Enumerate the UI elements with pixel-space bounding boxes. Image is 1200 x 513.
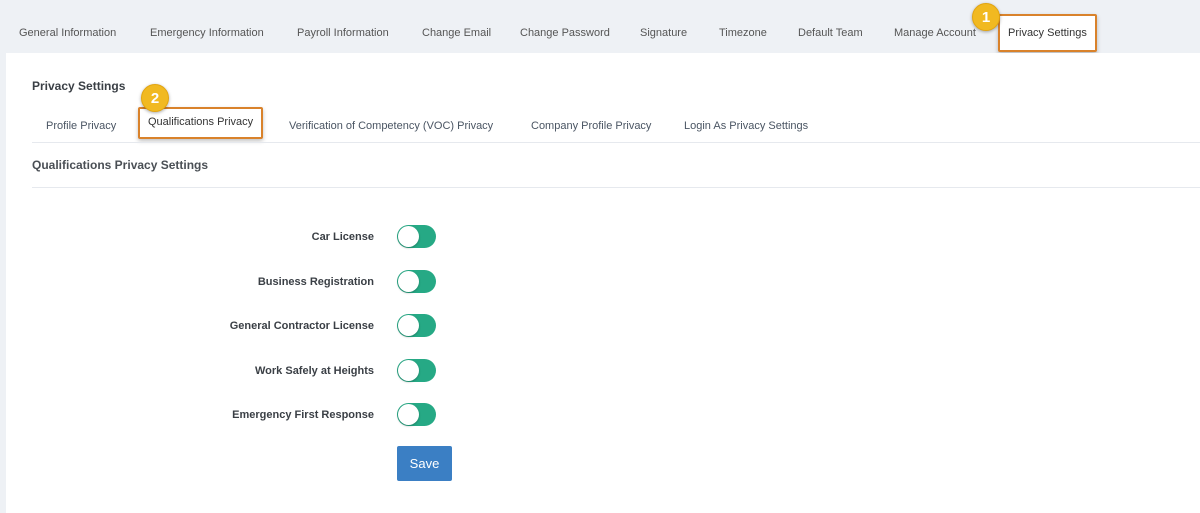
settings-title: Qualifications Privacy Settings bbox=[32, 158, 209, 172]
subtab-voc-privacy[interactable]: Verification of Competency (VOC) Privacy bbox=[289, 111, 493, 141]
toggle-general-contractor-license[interactable] bbox=[397, 314, 436, 337]
tab-change-email[interactable]: Change Email bbox=[422, 14, 491, 52]
toggle-knob bbox=[398, 404, 419, 425]
subtab-profile-privacy[interactable]: Profile Privacy bbox=[46, 111, 116, 141]
section-title: Privacy Settings bbox=[32, 79, 126, 93]
divider bbox=[32, 187, 1200, 188]
privacy-settings-panel: Privacy Settings Profile Privacy Qualifi… bbox=[6, 53, 1200, 513]
step-badge-2: 2 bbox=[141, 84, 169, 112]
toggle-emergency-first-response[interactable] bbox=[397, 403, 436, 426]
row-label-work-safely-at-heights: Work Safely at Heights bbox=[255, 365, 374, 377]
toggle-car-license[interactable] bbox=[397, 225, 436, 248]
save-button[interactable]: Save bbox=[397, 446, 452, 481]
tab-general-information[interactable]: General Information bbox=[19, 14, 116, 52]
toggle-knob bbox=[398, 360, 419, 381]
row-label-emergency-first-response: Emergency First Response bbox=[232, 409, 374, 421]
row-label-car-license: Car License bbox=[311, 231, 374, 243]
toggle-knob bbox=[398, 226, 419, 247]
tab-privacy-settings[interactable]: Privacy Settings bbox=[998, 14, 1097, 52]
top-tab-bar: General Information Emergency Informatio… bbox=[0, 0, 1200, 53]
subtab-company-profile-privacy[interactable]: Company Profile Privacy bbox=[531, 111, 651, 141]
tab-payroll-information[interactable]: Payroll Information bbox=[297, 14, 389, 52]
tab-timezone[interactable]: Timezone bbox=[719, 14, 767, 52]
toggle-work-safely-at-heights[interactable] bbox=[397, 359, 436, 382]
toggle-knob bbox=[398, 271, 419, 292]
toggle-business-registration[interactable] bbox=[397, 270, 436, 293]
toggle-knob bbox=[398, 315, 419, 336]
subtab-login-as-privacy[interactable]: Login As Privacy Settings bbox=[684, 111, 808, 141]
step-badge-1: 1 bbox=[972, 3, 1000, 31]
row-label-general-contractor-license: General Contractor License bbox=[229, 320, 374, 332]
tab-default-team[interactable]: Default Team bbox=[798, 14, 863, 52]
divider bbox=[32, 142, 1200, 143]
tab-signature[interactable]: Signature bbox=[640, 14, 687, 52]
tab-emergency-information[interactable]: Emergency Information bbox=[150, 14, 264, 52]
tab-manage-account[interactable]: Manage Account bbox=[894, 14, 976, 52]
row-label-business-registration: Business Registration bbox=[257, 276, 374, 288]
tab-change-password[interactable]: Change Password bbox=[520, 14, 610, 52]
